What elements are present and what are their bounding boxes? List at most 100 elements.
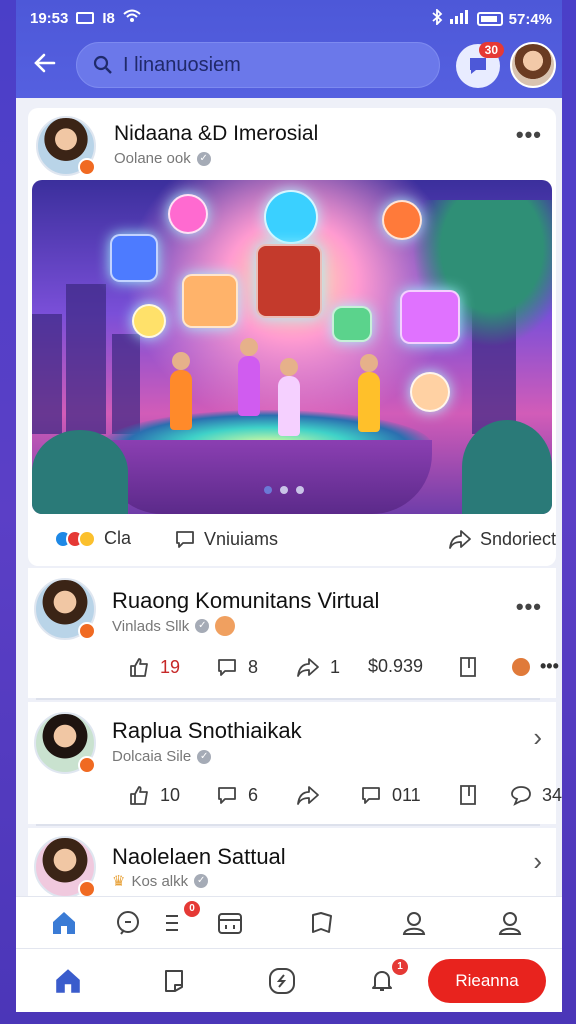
feed-item-title[interactable]: Raplua Snothiaikak: [112, 718, 302, 744]
feed-item[interactable]: Naolelaen Sattual ♛ Kos alkk ✓ ›: [28, 828, 556, 898]
feed-item-title[interactable]: Ruaong Komunitans Virtual: [112, 588, 379, 614]
more-options-icon[interactable]: •••: [516, 594, 542, 620]
home-icon: [56, 969, 80, 993]
store-icon: [218, 913, 242, 934]
search-bar[interactable]: [76, 42, 440, 88]
top-bar: 19:53 I8 57:4% I linanuosiem 30: [16, 0, 562, 98]
notification-button[interactable]: 30: [456, 42, 504, 88]
sim-icon: [76, 12, 95, 24]
nav-groups[interactable]: [264, 963, 300, 999]
notification-badge: 0: [184, 901, 200, 917]
search-input[interactable]: [123, 53, 423, 77]
more-stat-button[interactable]: •••: [512, 656, 559, 677]
app-header: 30: [16, 38, 562, 94]
carousel-dot[interactable]: [264, 486, 272, 494]
chevron-right-icon[interactable]: ›: [533, 846, 542, 877]
views-stat: $0.939: [368, 656, 423, 677]
back-arrow-icon[interactable]: [30, 50, 60, 80]
floating-orb: [132, 304, 166, 338]
status-network: I8: [102, 9, 115, 27]
comment-button[interactable]: 6: [216, 784, 258, 806]
floating-orb: [382, 200, 422, 240]
profile-avatar[interactable]: [510, 42, 556, 88]
post-subtitle-text: Oolane ook: [114, 150, 191, 167]
feed-item-stats: 10 6 011 34: [28, 784, 562, 814]
carousel-dot[interactable]: [296, 486, 304, 494]
status-battery-text: 57:4%: [508, 10, 552, 28]
share-label: Sndoriect: [480, 528, 557, 549]
feed-item-title[interactable]: Naolelaen Sattual: [112, 844, 286, 870]
child-figure: [238, 338, 260, 416]
share-button[interactable]: [296, 784, 320, 806]
feed-item-subtitle: Dolcaia Sile ✓: [112, 748, 212, 765]
nav-chat[interactable]: [110, 905, 146, 941]
post-hero-image[interactable]: [32, 180, 552, 514]
nav-watch[interactable]: [156, 963, 192, 999]
group-circle-icon: [269, 968, 295, 994]
primary-action-button[interactable]: Rieanna: [428, 959, 546, 1003]
more-dots-icon: •••: [540, 656, 559, 676]
feed-divider: [36, 824, 540, 826]
post-author-name[interactable]: Nidaana &D Imerosial: [114, 122, 318, 146]
feed-item[interactable]: Raplua Snothiaikak Dolcaia Sile ✓ › 10 6…: [28, 702, 562, 824]
nav-home[interactable]: [46, 905, 82, 941]
floating-orb: [168, 194, 208, 234]
chevron-right-icon[interactable]: ›: [533, 722, 542, 753]
comment-icon: [176, 531, 194, 548]
share-button[interactable]: 1: [296, 656, 340, 678]
crown-icon: ♛: [112, 873, 126, 890]
feed-avatar[interactable]: [34, 578, 96, 640]
verified-icon: ✓: [195, 619, 210, 633]
nav-profile[interactable]: [396, 905, 432, 941]
bookmark-button[interactable]: [458, 784, 478, 806]
reply-button[interactable]: 011: [360, 784, 421, 806]
thumbs-up-icon: [130, 658, 148, 677]
more-options-icon[interactable]: •••: [516, 122, 542, 148]
nav-marketplace[interactable]: [212, 905, 248, 941]
comment-button[interactable]: Vniuiams: [174, 528, 278, 550]
search-icon: [93, 55, 113, 75]
feed-avatar[interactable]: [34, 836, 96, 898]
like-count: 10: [160, 784, 181, 805]
online-badge: [78, 622, 96, 640]
nav-home-main[interactable]: [50, 963, 86, 999]
comment-icon: [218, 659, 236, 676]
like-button[interactable]: 19: [128, 656, 180, 678]
post-author-avatar[interactable]: [36, 116, 96, 176]
bookmark-button[interactable]: [458, 656, 478, 678]
main-nav: 1 Rieanna: [16, 948, 562, 1012]
nav-alerts[interactable]: 1: [364, 959, 408, 999]
battery-icon: [476, 12, 503, 26]
feed-avatar[interactable]: [34, 712, 96, 774]
feed-item-subtitle: ♛ Kos alkk ✓: [112, 872, 209, 890]
bell-icon: [372, 971, 392, 991]
skyline-building: [66, 284, 106, 434]
flag-icon: [312, 912, 332, 933]
feed-item[interactable]: Ruaong Komunitans Virtual Vinlads Sllk ✓…: [28, 568, 559, 698]
reaction-stat-button[interactable]: 34: [510, 784, 562, 806]
carousel-dot[interactable]: [280, 486, 288, 494]
comic-tile: [400, 290, 460, 344]
carousel-indicator[interactable]: [264, 486, 304, 494]
stage-base: [102, 440, 432, 514]
chat-icon: [117, 911, 139, 935]
online-badge: [78, 158, 96, 176]
reactions-button[interactable]: Cla: [54, 528, 131, 549]
skyline-building: [112, 334, 140, 434]
reaction-count: 34: [542, 784, 562, 805]
comment-button[interactable]: 8: [216, 656, 258, 678]
child-figure: [358, 354, 380, 432]
foliage: [32, 430, 128, 514]
online-badge: [78, 756, 96, 774]
nav-notifications[interactable]: 0: [156, 901, 200, 941]
status-bar: 19:53 I8 57:4%: [16, 0, 562, 36]
child-figure: [170, 352, 192, 430]
nav-pages[interactable]: [304, 905, 340, 941]
haha-reaction-icon: [78, 529, 96, 548]
message-icon: [362, 787, 380, 804]
like-button[interactable]: 10: [128, 784, 180, 806]
share-button[interactable]: Sndoriect: [448, 528, 556, 550]
floating-orb: [264, 190, 318, 244]
feed-item-stats: 19 8 1 $0.939 •••: [28, 656, 559, 686]
nav-account[interactable]: [492, 905, 528, 941]
